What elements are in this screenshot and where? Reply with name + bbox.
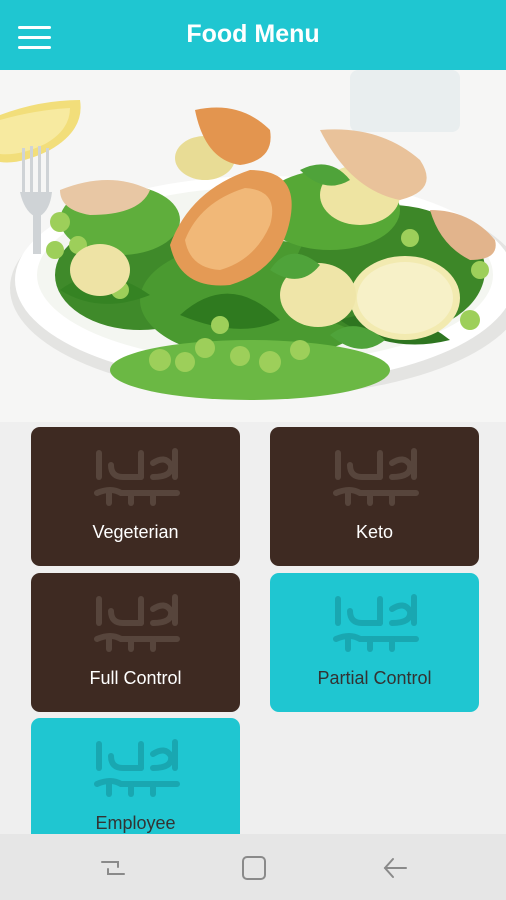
brand-logo-icon	[333, 594, 419, 652]
app-bar: Food Menu	[0, 0, 506, 70]
category-grid: Vegeterian Keto Full Control Partial Con…	[0, 422, 506, 834]
category-label: Vegeterian	[92, 522, 179, 542]
brand-logo-icon	[94, 739, 180, 797]
brand-logo-icon	[333, 448, 419, 506]
system-nav-bar	[0, 834, 506, 900]
category-tile-full-control[interactable]: Full Control	[31, 573, 240, 712]
category-tile-keto[interactable]: Keto	[270, 427, 479, 566]
category-tile-employee[interactable]: Employee	[31, 718, 240, 834]
category-tile-vegetarian[interactable]: Vegeterian	[31, 427, 240, 566]
back-icon[interactable]	[380, 853, 410, 883]
brand-logo-icon	[94, 594, 180, 652]
category-label: Partial Control	[317, 668, 432, 688]
category-tile-partial-control[interactable]: Partial Control	[270, 573, 479, 712]
recent-apps-icon[interactable]	[98, 853, 128, 883]
category-label: Full Control	[89, 668, 182, 688]
category-label: Keto	[355, 522, 394, 542]
category-label: Employee	[95, 813, 176, 833]
brand-logo-icon	[94, 448, 180, 506]
hero-salad-image	[0, 70, 506, 422]
page-title: Food Menu	[186, 20, 320, 48]
home-icon[interactable]	[239, 853, 269, 883]
